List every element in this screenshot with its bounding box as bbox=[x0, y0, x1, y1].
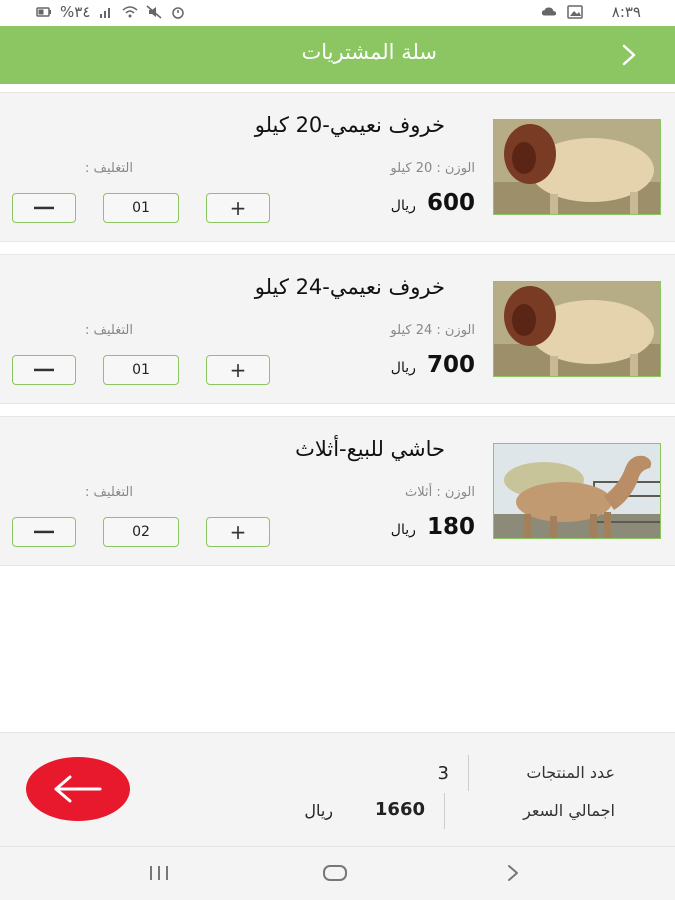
product-title: خروف نعيمي-24 كيلو bbox=[254, 275, 445, 299]
alarm-icon bbox=[172, 7, 185, 19]
quantity-value: 01 bbox=[103, 355, 179, 385]
increase-quantity-button[interactable]: + bbox=[206, 355, 270, 385]
page-title: سلة المشتريات bbox=[301, 40, 437, 64]
total-price-label: اجمالي السعر bbox=[523, 801, 615, 820]
price-currency: ريال bbox=[390, 522, 416, 538]
product-weight: الوزن : أثلاث bbox=[405, 485, 475, 500]
item-count-label: عدد المنتجات bbox=[526, 763, 615, 782]
quantity-value: 01 bbox=[103, 193, 179, 223]
product-weight: الوزن : 20 كيلو bbox=[390, 161, 475, 176]
price-currency: ريال bbox=[390, 198, 416, 214]
plus-icon: + bbox=[229, 520, 247, 544]
battery-percent: %٣٤ bbox=[60, 3, 91, 21]
sheep-photo bbox=[494, 120, 660, 214]
item-count-value: 3 bbox=[437, 763, 449, 784]
decrease-quantity-button[interactable] bbox=[12, 193, 76, 223]
minus-icon bbox=[34, 530, 54, 534]
total-price-value: 1660 bbox=[374, 799, 425, 820]
camel-photo bbox=[494, 444, 660, 538]
product-packing: التغليف : bbox=[85, 323, 133, 338]
cart-screen: %٣٤ ٨:٣٩ سلة المشتريات خروف نعيمي-20 كيل… bbox=[0, 0, 675, 900]
product-title: حاشي للبيع-أثلاث bbox=[295, 437, 445, 461]
gallery-icon bbox=[567, 5, 583, 19]
battery-icon bbox=[36, 7, 51, 17]
mute-icon bbox=[146, 5, 162, 19]
cart-summary: عدد المنتجات 3 اجمالي السعر 1660 ريال bbox=[0, 732, 675, 846]
product-price: 700 ريال bbox=[391, 352, 475, 378]
increase-quantity-button[interactable]: + bbox=[206, 517, 270, 547]
cloud-icon bbox=[541, 7, 557, 16]
sheep-photo bbox=[494, 282, 660, 376]
checkout-button[interactable] bbox=[26, 757, 130, 821]
plus-icon: + bbox=[229, 196, 247, 220]
product-packing: التغليف : bbox=[85, 161, 133, 176]
home-icon bbox=[323, 865, 347, 881]
signal-icon bbox=[100, 8, 111, 18]
total-price-currency: ريال bbox=[304, 801, 333, 820]
product-price: 600 ريال bbox=[391, 190, 475, 216]
back-button[interactable] bbox=[498, 859, 528, 887]
product-image[interactable] bbox=[493, 119, 661, 215]
quantity-value: 02 bbox=[103, 517, 179, 547]
product-price: 180 ريال bbox=[391, 514, 475, 540]
price-currency: ريال bbox=[390, 360, 416, 376]
divider bbox=[444, 793, 445, 829]
price-amount: 700 bbox=[426, 352, 475, 378]
cart-item: حاشي للبيع-أثلاث الوزن : أثلاث التغليف :… bbox=[0, 416, 675, 566]
product-weight: الوزن : 24 كيلو bbox=[390, 323, 475, 338]
product-image[interactable] bbox=[493, 281, 661, 377]
app-header: سلة المشتريات bbox=[0, 26, 675, 84]
product-packing: التغليف : bbox=[85, 485, 133, 500]
product-image[interactable] bbox=[493, 443, 661, 539]
wifi-icon bbox=[122, 6, 138, 18]
status-left-icons: %٣٤ bbox=[36, 3, 186, 21]
recent-apps-button[interactable] bbox=[144, 859, 174, 887]
decrease-quantity-button[interactable] bbox=[12, 355, 76, 385]
chevron-right-icon[interactable] bbox=[617, 42, 641, 68]
status-right-icons bbox=[541, 5, 583, 19]
minus-icon bbox=[34, 368, 54, 372]
status-time: ٨:٣٩ bbox=[611, 3, 641, 21]
chevron-right-icon bbox=[508, 865, 518, 881]
price-amount: 180 bbox=[426, 514, 475, 540]
decrease-quantity-button[interactable] bbox=[12, 517, 76, 547]
cart-item: خروف نعيمي-24 كيلو الوزن : 24 كيلو التغل… bbox=[0, 254, 675, 404]
home-button[interactable] bbox=[320, 859, 350, 887]
system-nav-bar bbox=[0, 846, 675, 900]
cart-item: خروف نعيمي-20 كيلو الوزن : 20 كيلو التغل… bbox=[0, 92, 675, 242]
product-title: خروف نعيمي-20 كيلو bbox=[254, 113, 445, 137]
increase-quantity-button[interactable]: + bbox=[206, 193, 270, 223]
recent-apps-icon bbox=[150, 866, 168, 880]
minus-icon bbox=[34, 206, 54, 210]
arrow-left-icon bbox=[54, 775, 102, 803]
divider bbox=[468, 755, 469, 791]
price-amount: 600 bbox=[426, 190, 475, 216]
status-bar: %٣٤ ٨:٣٩ bbox=[0, 0, 675, 26]
plus-icon: + bbox=[229, 358, 247, 382]
